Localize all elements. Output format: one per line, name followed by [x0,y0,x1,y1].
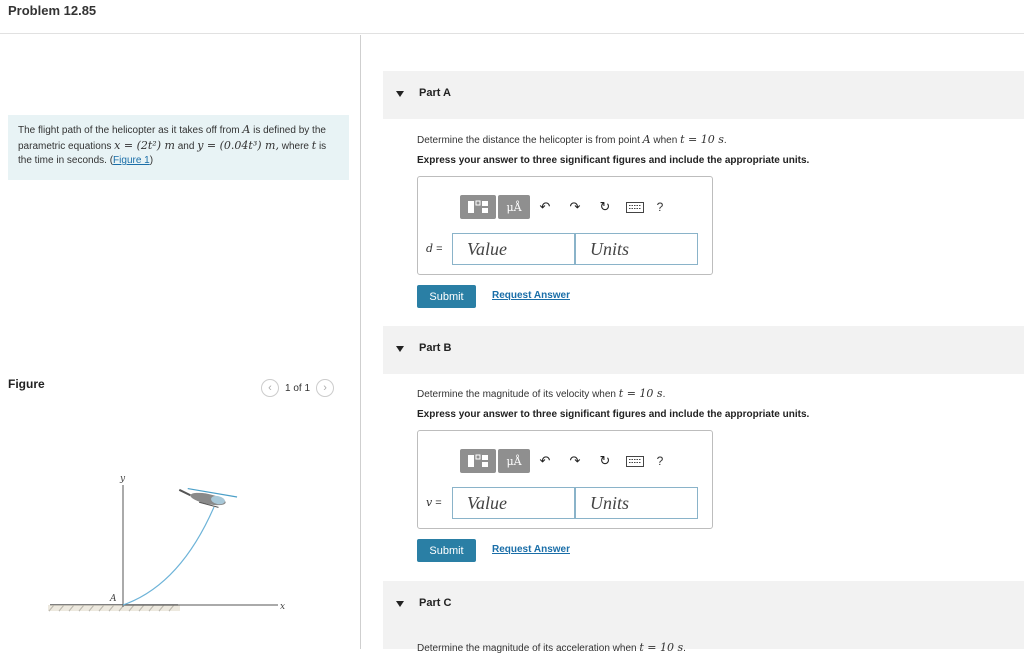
units-input[interactable]: Units [575,487,698,519]
request-answer-link[interactable]: Request Answer [492,290,570,301]
prompt-text: Determine the distance the helicopter is… [417,135,643,146]
prompt-text: . [723,135,727,146]
helicopter-figure: y x A [48,474,285,612]
templates-icon[interactable] [460,195,496,219]
time-equation: t = 10 s [639,641,684,654]
problem-pane: The flight path of the helicopter as it … [0,35,360,649]
math-toolbar: μÅ ↶ ↷ ↻ ? [460,195,670,219]
collapse-triangle-icon [396,346,404,352]
help-button[interactable]: ? [650,200,670,214]
equals-sign: = [432,497,442,509]
figure-link[interactable]: Figure 1 [113,155,150,166]
point-a-label: A [109,594,117,604]
undo-icon[interactable]: ↶ [530,449,560,473]
reset-icon[interactable]: ↻ [590,195,620,219]
parts-pane: Part A Determine the distance the helico… [361,35,1024,654]
part-b-instruction: Express your answer to three significant… [417,409,810,420]
redo-icon[interactable]: ↷ [560,449,590,473]
prompt-text: . [662,389,666,400]
problem-statement: The flight path of the helicopter as it … [8,115,349,180]
part-label: Part B [419,342,452,354]
variable-label: d = [426,242,443,255]
part-a-prompt: Determine the distance the helicopter is… [417,133,727,146]
part-b-prompt: Determine the magnitude of its velocity … [417,387,665,400]
problem-text: ) [149,155,154,166]
part-label: Part C [419,597,452,609]
equals-sign: = [433,243,443,255]
part-a-answer-box: μÅ ↶ ↷ ↻ ? d = Value Units [417,176,713,275]
chevron-left-icon[interactable]: ‹ [261,379,279,397]
part-b-answer-box: μÅ ↶ ↷ ↻ ? v = Value Units [417,430,713,529]
flight-path [122,506,215,606]
variable-label: v = [426,496,442,509]
figure-heading: Figure [8,377,45,391]
keyboard-icon[interactable] [620,195,650,219]
page-title: Problem 12.85 [8,3,97,18]
part-a-header[interactable]: Part A [383,71,1024,119]
part-c-header[interactable]: Part C [383,581,1024,649]
problem-text: where [278,140,312,152]
reset-icon[interactable]: ↻ [590,449,620,473]
problem-text: The flight path of the helicopter as it … [18,125,243,136]
submit-button[interactable]: Submit [417,285,476,308]
value-input[interactable]: Value [452,233,575,265]
keyboard-icon[interactable] [620,449,650,473]
collapse-triangle-icon [396,601,404,607]
part-label: Part A [419,87,451,99]
value-input[interactable]: Value [452,487,575,519]
y-axis-label: y [119,474,126,484]
variable-symbol: d [426,242,434,255]
units-button[interactable]: μÅ [498,195,530,219]
time-equation: t = 10 s [680,133,724,146]
prompt-text: Determine the magnitude of its velocity … [417,389,619,400]
helicopter-icon [178,487,238,508]
redo-icon[interactable]: ↷ [560,195,590,219]
units-input[interactable]: Units [575,233,698,265]
templates-icon[interactable] [460,449,496,473]
collapse-triangle-icon [396,91,404,97]
point-a-symbol: A [642,133,651,146]
part-b-header[interactable]: Part B [383,326,1024,374]
units-button[interactable]: μÅ [498,449,530,473]
math-toolbar: μÅ ↶ ↷ ↻ ? [460,449,670,473]
part-c-prompt: Determine the magnitude of its accelerat… [417,641,686,654]
pager-count: 1 of 1 [285,382,311,394]
y-equation: y = (0.04t³) m, [197,138,279,152]
title-bar: Problem 12.85 [0,0,1024,34]
problem-text: and [174,140,198,152]
figure-pager: ‹ 1 of 1 › [261,379,335,397]
undo-icon[interactable]: ↶ [530,195,560,219]
x-axis-label: x [280,602,285,612]
part-a-instruction: Express your answer to three significant… [417,155,810,166]
x-equation: x = (2t²) m [114,138,175,152]
request-answer-link[interactable]: Request Answer [492,544,570,555]
chevron-right-icon[interactable]: › [316,379,335,397]
help-button[interactable]: ? [650,454,670,468]
prompt-text: when [650,135,681,146]
submit-button[interactable]: Submit [417,539,476,562]
time-equation: t = 10 s [618,387,663,400]
